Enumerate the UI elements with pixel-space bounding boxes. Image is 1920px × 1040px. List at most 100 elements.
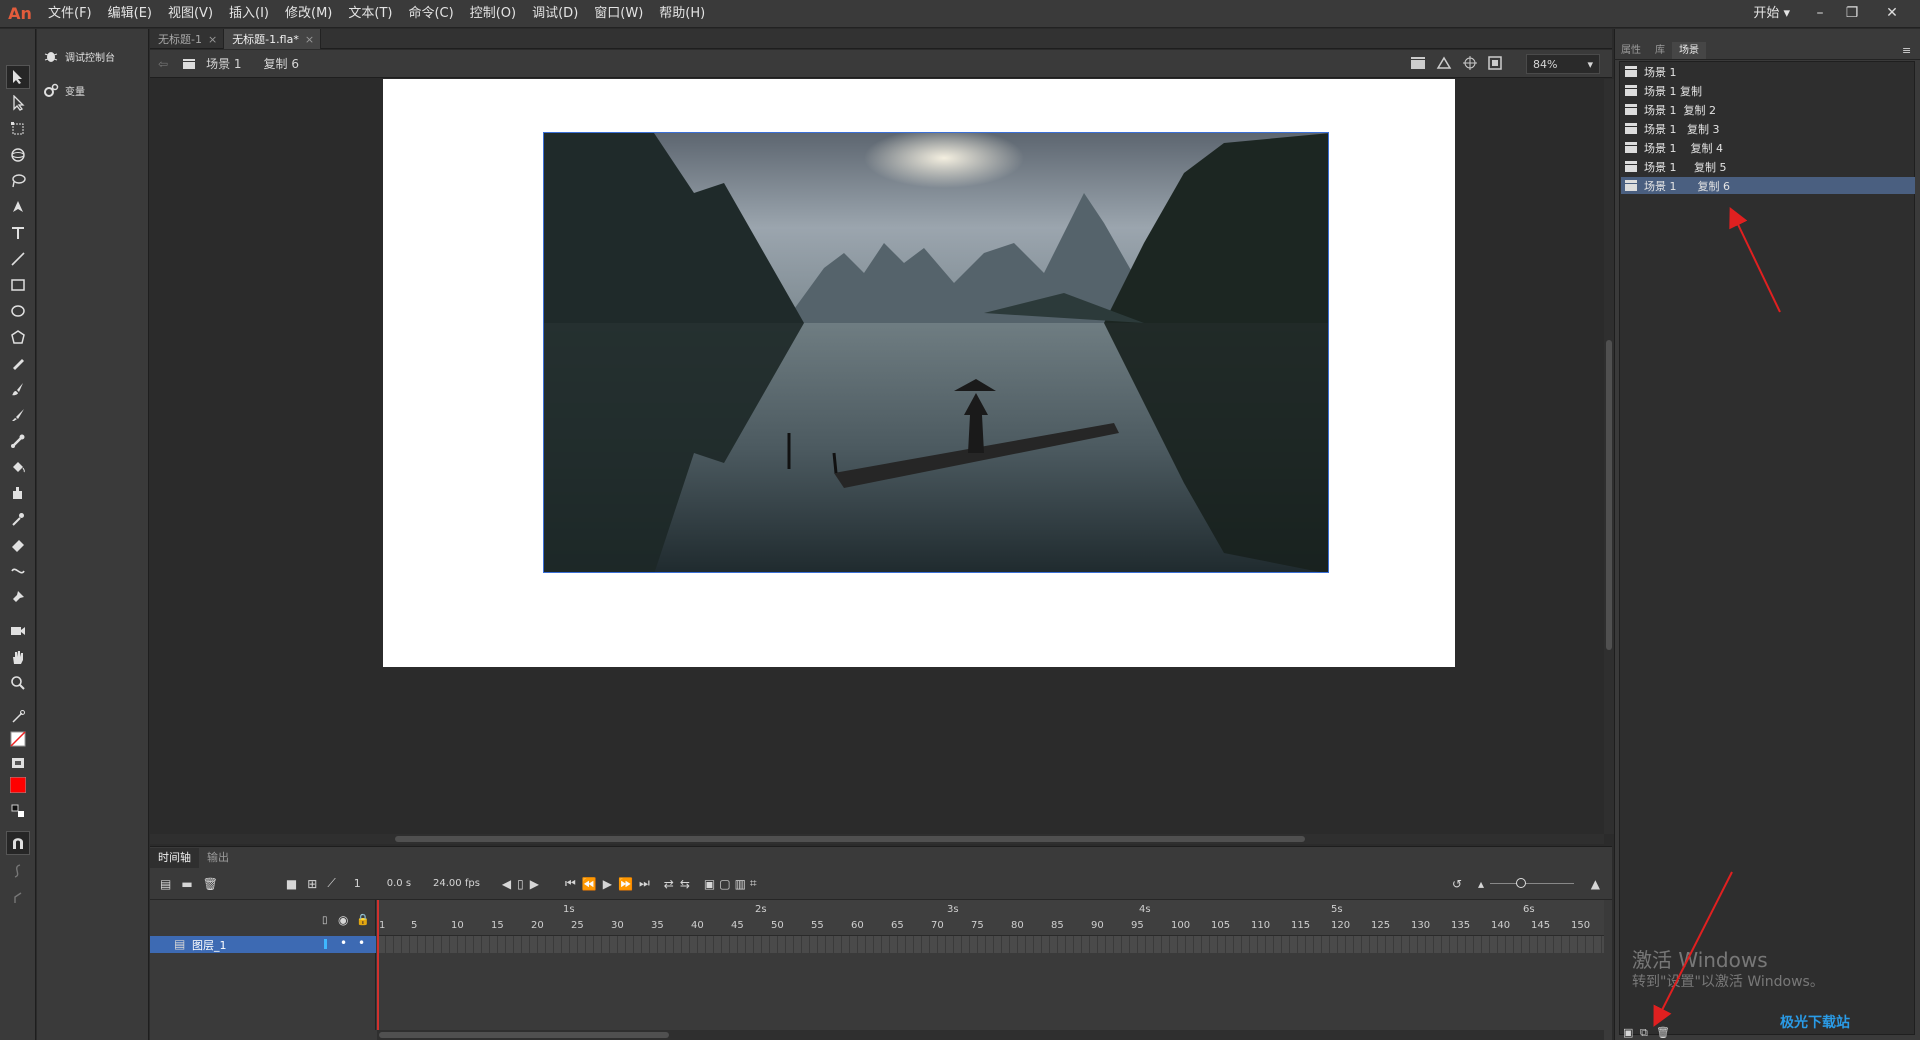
camera-tool-icon[interactable] <box>6 619 30 643</box>
breadcrumb-scene[interactable]: 场景 1 <box>206 55 241 72</box>
add-scene-icon[interactable]: ▣ <box>1623 1026 1633 1039</box>
fill-swatch[interactable] <box>6 773 30 797</box>
fill-color-icon[interactable] <box>6 751 30 775</box>
zoom-out-icon[interactable]: ▴ <box>1478 877 1484 891</box>
free-transform-tool-icon[interactable] <box>6 117 30 141</box>
close-icon[interactable]: × <box>305 33 314 46</box>
layer-lock-dot[interactable]: • <box>358 936 365 950</box>
undo-zoom-icon[interactable]: ↺ <box>1452 877 1462 891</box>
stroke-color-icon[interactable] <box>6 705 30 729</box>
hand-tool-icon[interactable] <box>6 645 30 669</box>
text-tool-icon[interactable] <box>6 221 30 245</box>
center-frame-icon[interactable]: ⇆ <box>680 877 690 891</box>
timeline-zoom-slider[interactable] <box>1490 883 1574 884</box>
restore-button[interactable]: ❐ <box>1836 0 1868 28</box>
minimize-button[interactable]: – <box>1804 0 1836 28</box>
onion-skin-outlines-icon[interactable]: ▢ <box>719 877 730 891</box>
stroke-swatch[interactable] <box>6 727 30 751</box>
timeline-scroll-thumb[interactable] <box>379 1032 669 1038</box>
loop-icon[interactable]: ⇄ <box>664 877 674 891</box>
stage-vertical-scroll-thumb[interactable] <box>1606 340 1612 650</box>
oval-tool-icon[interactable] <box>6 299 30 323</box>
zoom-select[interactable]: 84% ▾ <box>1526 54 1600 74</box>
menu-debug[interactable]: 调试(D) <box>524 0 586 28</box>
pin-tool-icon[interactable] <box>6 585 30 609</box>
width-tool-icon[interactable] <box>6 559 30 583</box>
lock-icon[interactable]: 🔒 <box>356 913 370 926</box>
menu-control[interactable]: 控制(O) <box>462 0 524 28</box>
brush-tool-icon[interactable] <box>6 403 30 427</box>
landscape-photo[interactable] <box>543 132 1329 573</box>
pencil-tool-icon[interactable] <box>6 351 30 375</box>
scene-list-item[interactable]: 场景 1 复制 5 <box>1621 158 1915 175</box>
menu-modify[interactable]: 修改(M) <box>277 0 340 28</box>
frame-ruler[interactable]: 1 5 10 15 20 25 30 35 40 45 50 55 60 65 70 75 80 85 90 95 10… <box>377 900 1604 936</box>
timeline-zoom-thumb[interactable] <box>1516 878 1526 888</box>
menu-file[interactable]: 文件(F) <box>40 0 100 28</box>
camera-icon[interactable]: ■ <box>286 877 297 891</box>
menu-edit[interactable]: 编辑(E) <box>100 0 160 28</box>
paint-brush-tool-icon[interactable] <box>6 377 30 401</box>
playhead[interactable] <box>377 900 379 1040</box>
new-folder-icon[interactable]: ▬ <box>181 877 192 891</box>
edit-symbol-icon[interactable] <box>1436 56 1452 73</box>
tab-library[interactable]: 库 <box>1648 42 1672 59</box>
previous-keyframe-icon[interactable]: ◀ <box>502 877 511 891</box>
tab-document-1[interactable]: 无标题-1 × <box>150 29 225 49</box>
rectangle-tool-icon[interactable] <box>6 273 30 297</box>
frame-track[interactable] <box>377 936 1604 953</box>
current-frame[interactable]: 1 <box>354 877 361 890</box>
bone-tool-icon[interactable] <box>6 429 30 453</box>
variables-button[interactable]: 变量 <box>43 77 143 103</box>
insert-keyframe-icon[interactable]: ▯ <box>517 877 524 891</box>
selection-tool-icon[interactable] <box>6 65 30 89</box>
panel-menu-icon[interactable]: ≡ <box>1902 44 1911 57</box>
eye-icon[interactable]: ◉ <box>338 913 348 927</box>
menu-insert[interactable]: 插入(I) <box>221 0 277 28</box>
tab-document-2[interactable]: 无标题-1.fla* × <box>224 29 322 49</box>
lasso-tool-icon[interactable] <box>6 169 30 193</box>
clip-stage-icon[interactable] <box>1488 56 1502 73</box>
stage-horizontal-scroll-thumb[interactable] <box>395 836 1305 842</box>
menu-text[interactable]: 文本(T) <box>340 0 400 28</box>
onion-skin-icon[interactable]: ▣ <box>704 877 715 891</box>
scene-list-item[interactable]: 场景 1 复制 3 <box>1621 120 1915 137</box>
paint-bucket-tool-icon[interactable] <box>6 455 30 479</box>
menu-help[interactable]: 帮助(H) <box>651 0 713 28</box>
zoom-in-icon[interactable]: ▲ <box>1591 877 1600 891</box>
layer-name[interactable]: 图层_1 <box>192 937 227 953</box>
menu-commands[interactable]: 命令(C) <box>400 0 461 28</box>
ink-bottle-tool-icon[interactable] <box>6 481 30 505</box>
line-tool-icon[interactable] <box>6 247 30 271</box>
tab-scene[interactable]: 场景 <box>1672 42 1706 59</box>
go-to-first-icon[interactable]: ⏮ <box>565 876 576 891</box>
step-back-icon[interactable]: ⏪ <box>582 877 597 891</box>
close-icon[interactable]: × <box>208 33 217 46</box>
modify-onion-markers-icon[interactable]: ⌗ <box>750 876 757 891</box>
new-layer-icon[interactable]: ▤ <box>160 877 171 891</box>
eraser-tool-icon[interactable] <box>6 533 30 557</box>
center-stage-icon[interactable] <box>1462 56 1478 73</box>
scene-list-item[interactable]: 场景 1 复制 4 <box>1621 139 1915 156</box>
debug-console-button[interactable]: 调试控制台 <box>43 43 143 69</box>
timeline-horizontal-scrollbar[interactable] <box>377 1030 1604 1040</box>
layer-row[interactable]: ▤ 图层_1 • • <box>150 936 376 953</box>
subselection-tool-icon[interactable] <box>6 91 30 115</box>
polystar-tool-icon[interactable] <box>6 325 30 349</box>
tab-output[interactable]: 输出 <box>199 848 237 868</box>
swap-colors-icon[interactable] <box>6 799 30 823</box>
go-to-last-icon[interactable]: ⏭ <box>639 876 650 891</box>
close-button[interactable]: ✕ <box>1876 0 1908 28</box>
3d-rotation-tool-icon[interactable] <box>6 143 30 167</box>
menu-view[interactable]: 视图(V) <box>160 0 221 28</box>
delete-layer-icon[interactable]: 🗑 <box>203 877 218 891</box>
tab-timeline[interactable]: 时间轴 <box>150 848 199 868</box>
scene-list-item[interactable]: 场景 1 复制 6 <box>1621 177 1915 194</box>
play-icon[interactable]: ▶ <box>603 877 612 891</box>
edit-multiple-frames-icon[interactable]: ▥ <box>735 877 746 891</box>
snap-to-objects-icon[interactable] <box>6 831 30 855</box>
pen-tool-icon[interactable] <box>6 195 30 219</box>
elapsed-time[interactable]: 0.0 s <box>387 878 411 889</box>
layer-parenting-icon[interactable]: ⊞ <box>307 877 317 891</box>
step-forward-icon[interactable]: ⏩ <box>618 877 633 891</box>
